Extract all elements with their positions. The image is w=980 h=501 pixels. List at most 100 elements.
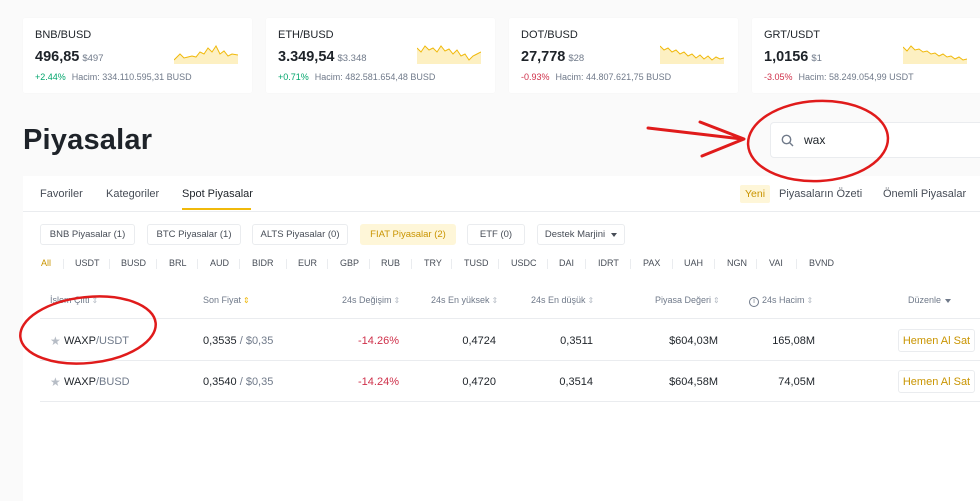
quote-separator — [239, 259, 240, 269]
quote-gbp[interactable]: GBP — [340, 258, 359, 268]
sparkline-chart — [660, 45, 724, 64]
annotation-arrow — [646, 126, 744, 141]
sort-icon: ⇕ — [806, 296, 814, 305]
margin-dropdown[interactable]: Destek Marjini — [537, 224, 625, 245]
header-low-label: 24s En düşük — [531, 295, 586, 305]
pair-base: WAXP — [64, 335, 96, 347]
price-usd: / $0,35 — [236, 335, 274, 347]
quote-ngn[interactable]: NGN — [727, 258, 747, 268]
ticker-price: 1,0156 — [764, 49, 809, 65]
header-last-price[interactable]: Son Fiyat ⇕ — [203, 295, 250, 305]
quote-brl[interactable]: BRL — [169, 258, 187, 268]
high-value: 0,4720 — [462, 376, 496, 388]
ticker-usd-price: $28 — [568, 53, 585, 64]
annotation-arrowhead — [698, 120, 746, 158]
filter-btc-markets[interactable]: BTC Piyasalar (1) — [147, 224, 241, 245]
star-icon[interactable]: ★ — [50, 334, 61, 348]
header-mcap-label: Piyasa Değeri — [655, 295, 712, 305]
volume-value: 165,08M — [772, 335, 815, 347]
filter-fiat-markets[interactable]: FIAT Piyasalar (2) — [360, 224, 456, 245]
pair-symbol[interactable]: WAXP/BUSD — [64, 376, 130, 388]
volume-value: 74,05M — [778, 376, 815, 388]
tab-markets-overview[interactable]: Piyasaların Özeti — [779, 188, 862, 200]
quote-eur[interactable]: EUR — [298, 258, 317, 268]
star-icon[interactable]: ★ — [50, 375, 61, 389]
filter-alts-markets[interactable]: ALTS Piyasalar (0) — [252, 224, 348, 245]
header-price-label: Son Fiyat — [203, 295, 242, 305]
tab-categories[interactable]: Kategoriler — [106, 188, 159, 200]
high-value: 0,4724 — [462, 335, 496, 347]
tab-favorites[interactable]: Favoriler — [40, 188, 83, 200]
quote-separator — [547, 259, 548, 269]
quote-rub[interactable]: RUB — [381, 258, 400, 268]
quote-separator — [369, 259, 370, 269]
header-low[interactable]: 24s En düşük ⇕ — [531, 295, 594, 305]
quote-try[interactable]: TRY — [424, 258, 442, 268]
quote-separator — [156, 259, 157, 269]
change-value: -14.26% — [358, 335, 399, 347]
quote-bvnd[interactable]: BVND — [809, 258, 834, 268]
quote-separator — [286, 259, 287, 269]
quote-separator — [630, 259, 631, 269]
table-header: İşlem Çifti ⇕ Son Fiyat ⇕ 24s Değişim ⇕ 24s… — [40, 283, 980, 319]
ticker-change: -0.93% — [521, 72, 550, 82]
search-input[interactable]: wax — [770, 122, 980, 158]
quote-vai[interactable]: VAI — [769, 258, 783, 268]
ticker-pair: GRT/USDT — [764, 29, 821, 41]
trade-now-button[interactable]: Hemen Al Sat — [898, 370, 975, 393]
quote-idrt[interactable]: IDRT — [598, 258, 619, 268]
ticker-pair: BNB/BUSD — [35, 29, 92, 41]
header-volume[interactable]: i 24s Hacim ⇕ — [749, 295, 813, 307]
low-value: 0,3511 — [560, 335, 593, 347]
pair-base: WAXP — [64, 376, 96, 388]
header-change[interactable]: 24s Değişim ⇕ — [342, 295, 400, 305]
quote-pax[interactable]: PAX — [643, 258, 660, 268]
ticker-card-grt[interactable]: GRT/USDT 1,0156 $1 -3.05% Hacim: 58.249.05… — [752, 18, 980, 93]
ticker-card-bnb[interactable]: BNB/BUSD 496,85 $497 +2.44% Hacim: 334.110… — [23, 18, 252, 93]
ticker-change: +0.71% — [278, 72, 309, 82]
sort-icon: ⇕ — [713, 296, 720, 305]
quote-separator — [796, 259, 797, 269]
quote-all[interactable]: All — [41, 258, 51, 268]
trade-now-button[interactable]: Hemen Al Sat — [898, 329, 975, 352]
sparkline-chart — [417, 45, 481, 64]
ticker-volume: Hacim: 44.807.621,75 BUSD — [555, 72, 672, 82]
quote-tusd[interactable]: TUSD — [464, 258, 489, 268]
quote-separator — [714, 259, 715, 269]
ticker-price: 496,85 — [35, 49, 80, 65]
filter-bnb-markets[interactable]: BNB Piyasalar (1) — [40, 224, 135, 245]
quote-usdc[interactable]: USDC — [511, 258, 537, 268]
table-row[interactable]: ★ WAXP/USDT 0,3535 / $0,35 -14.26% 0,472… — [40, 320, 980, 361]
market-cap-value: $604,03M — [669, 335, 718, 347]
quote-uah[interactable]: UAH — [684, 258, 703, 268]
table-row[interactable]: ★ WAXP/BUSD 0,3540 / $0,35 -14.24% 0,472… — [40, 361, 980, 402]
filter-etf[interactable]: ETF (0) — [467, 224, 525, 245]
header-high[interactable]: 24s En yüksek ⇕ — [431, 295, 498, 305]
price-value: 0,3535 — [203, 335, 237, 347]
tab-important-markets[interactable]: Önemli Piyasalar — [883, 188, 966, 200]
quote-busd[interactable]: BUSD — [121, 258, 146, 268]
price-value: 0,3540 — [203, 376, 237, 388]
ticker-price: 3.349,54 — [278, 49, 335, 65]
quote-dai[interactable]: DAI — [559, 258, 574, 268]
ticker-volume: Hacim: 334.110.595,31 BUSD — [71, 72, 192, 82]
pair-symbol[interactable]: WAXP/USDT — [64, 335, 129, 347]
ticker-card-eth[interactable]: ETH/BUSD 3.349,54 $3.348 +0.71% Hacim: 482… — [266, 18, 495, 93]
market-cap-value: $604,58M — [669, 376, 718, 388]
quote-separator — [197, 259, 198, 269]
chevron-down-icon — [945, 299, 952, 303]
tab-spot-markets[interactable]: Spot Piyasalar — [182, 188, 253, 200]
ticker-volume: Hacim: 58.249.054,99 USDT — [798, 72, 914, 82]
active-tab-indicator — [182, 208, 251, 210]
header-pair[interactable]: İşlem Çifti ⇕ — [50, 295, 98, 305]
quote-separator — [672, 259, 673, 269]
ticker-card-dot[interactable]: DOT/BUSD 27,778 $28 -0.93% Hacim: 44.807.6… — [509, 18, 738, 93]
quote-aud[interactable]: AUD — [210, 258, 229, 268]
sparkline-chart — [903, 45, 967, 64]
header-edit[interactable]: Düzenle — [908, 295, 952, 305]
quote-usdt[interactable]: USDT — [75, 258, 100, 268]
quote-bidr[interactable]: BIDR — [252, 258, 274, 268]
quote-separator — [756, 259, 757, 269]
header-market-cap[interactable]: Piyasa Değeri ⇕ — [655, 295, 720, 305]
search-value: wax — [804, 133, 826, 147]
